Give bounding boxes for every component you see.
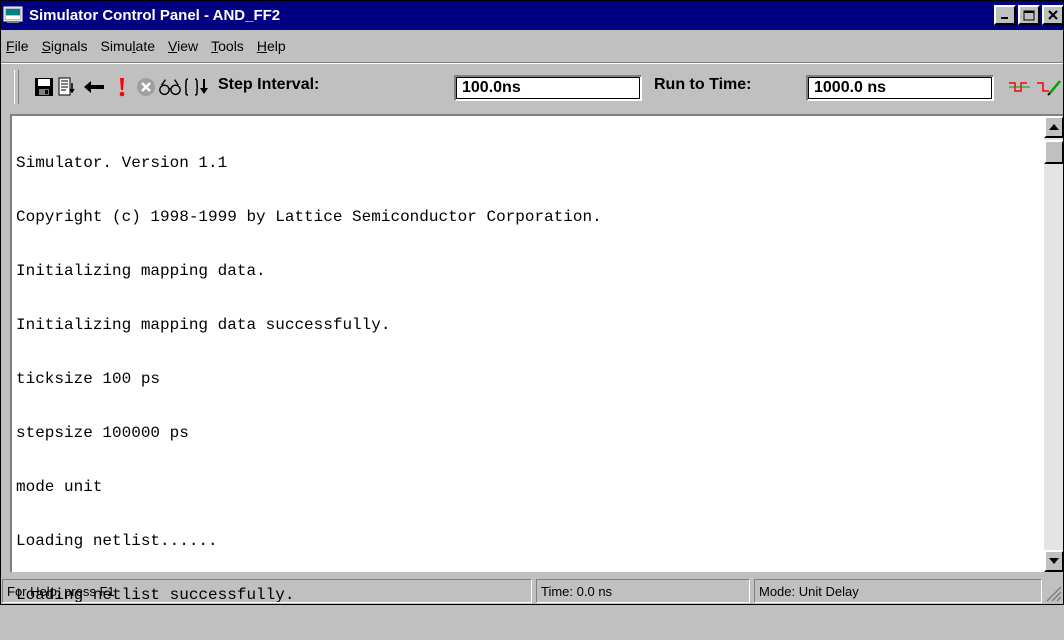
menu-bar: File Signals Simulate View Tools Help: [0, 32, 1064, 60]
status-mode: Mode: Unit Delay: [754, 579, 1042, 603]
run-to-time-label: Run to Time:: [654, 76, 752, 93]
scroll-up-button[interactable]: [1044, 116, 1064, 138]
minimize-button[interactable]: [994, 5, 1016, 25]
console-line: Loading netlist......: [16, 532, 218, 550]
back-arrow-icon[interactable]: [82, 75, 106, 99]
simulator-window: Simulator Control Panel - AND_FF2 File S…: [0, 0, 1064, 605]
run-to-time-input[interactable]: 1000.0 ns: [806, 75, 994, 101]
menu-help[interactable]: Help: [251, 38, 293, 54]
toolbar-grip[interactable]: [14, 70, 19, 104]
status-time: Time: 0.0 ns: [536, 579, 750, 603]
app-icon[interactable]: [3, 6, 23, 24]
console-line: ticksize 100 ps: [16, 370, 161, 388]
menu-tools[interactable]: Tools: [205, 38, 251, 54]
console-line: Initializing mapping data.: [16, 262, 266, 280]
console-text: Simulator. Version 1.1 Copyright (c) 199…: [16, 118, 602, 640]
glasses-icon[interactable]: [158, 75, 182, 99]
scroll-thumb[interactable]: [1044, 140, 1064, 164]
menu-simulate[interactable]: Simulate: [95, 38, 163, 54]
status-help-text: For Help, press F1: [2, 579, 532, 603]
waveform-icon[interactable]: [1008, 75, 1032, 99]
console-line: mode unit: [16, 478, 103, 496]
waveform-edit-icon[interactable]: [1036, 75, 1064, 99]
window-title: Simulator Control Panel - AND_FF2: [29, 6, 281, 24]
close-button[interactable]: [1042, 5, 1064, 25]
save-icon[interactable]: [32, 75, 56, 99]
menu-view[interactable]: View: [162, 38, 205, 54]
console-line: Simulator. Version 1.1: [16, 154, 228, 172]
console-output[interactable]: Simulator. Version 1.1 Copyright (c) 199…: [10, 114, 1064, 604]
console-line: Copyright (c) 1998-1999 by Lattice Semic…: [16, 208, 602, 226]
resize-grip-icon[interactable]: [1044, 583, 1062, 603]
console-line: Initializing mapping data successfully.: [16, 316, 391, 334]
step-into-icon[interactable]: [185, 75, 209, 99]
scroll-down-button[interactable]: [1044, 550, 1064, 572]
menu-separator: [0, 62, 1064, 64]
menu-file[interactable]: File: [0, 38, 36, 54]
title-bar[interactable]: Simulator Control Panel - AND_FF2: [0, 0, 1064, 30]
list-icon[interactable]: [55, 75, 79, 99]
exclamation-icon[interactable]: [110, 75, 134, 99]
stop-icon[interactable]: [134, 75, 158, 99]
step-interval-input[interactable]: 100.0ns: [454, 75, 642, 101]
status-bar: For Help, press F1 Time: 0.0 ns Mode: Un…: [0, 575, 1064, 605]
console-line: stepsize 100000 ps: [16, 424, 189, 442]
step-interval-label: Step Interval:: [218, 76, 320, 93]
toolbar: Step Interval: 100.0ns Run to Time: 1000…: [0, 66, 1064, 108]
menu-signals[interactable]: Signals: [36, 38, 95, 54]
maximize-button[interactable]: [1018, 5, 1040, 25]
vertical-scrollbar[interactable]: [1044, 116, 1064, 572]
